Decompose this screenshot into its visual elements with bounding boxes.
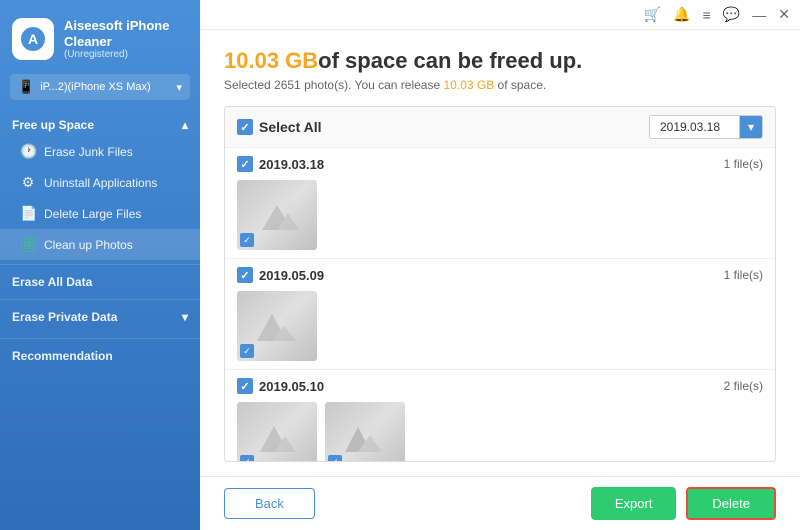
group-date-2: ✓ 2019.05.09 [237, 267, 324, 283]
group-count-2: 1 file(s) [724, 268, 763, 282]
sidebar-item-uninstall-apps[interactable]: ⚙ Uninstall Applications [0, 167, 200, 198]
main-content: 🛒 🔔 ≡ 💬 — ✕ 10.03 GBof space can be free… [200, 0, 800, 530]
cart-icon[interactable]: 🛒 [644, 6, 661, 23]
date-filter-arrow[interactable]: ▾ [740, 116, 762, 138]
photo-group-1: ✓ 2019.03.18 1 file(s) [225, 148, 775, 259]
file-icon: 📄 [20, 205, 36, 222]
photo-thumbnails-2: ✓ [237, 291, 763, 361]
group-header-3: ✓ 2019.05.10 2 file(s) [237, 378, 763, 394]
photo-group-3: ✓ 2019.05.10 2 file(s) [225, 370, 775, 462]
group-header-2: ✓ 2019.05.09 1 file(s) [237, 267, 763, 283]
svg-text:A: A [28, 31, 38, 47]
section-erase-private-data[interactable]: Erase Private Data ▾ [0, 299, 200, 334]
app-logo: A [12, 18, 54, 60]
back-button[interactable]: Back [224, 488, 315, 519]
date-filter-dropdown[interactable]: 2019.03.18 ▾ [649, 115, 763, 139]
photo-thumb-3-2[interactable]: ✓ [325, 402, 405, 462]
apps-icon: ⚙ [20, 174, 36, 191]
bell-icon[interactable]: 🔔 [673, 6, 690, 23]
section-erase-all-data[interactable]: Erase All Data [0, 264, 200, 299]
group-count-1: 1 file(s) [724, 157, 763, 171]
page-title-suffix: of space can be freed up. [318, 48, 582, 73]
titlebar: 🛒 🔔 ≡ 💬 — ✕ [200, 0, 800, 30]
date-filter-value: 2019.03.18 [650, 116, 740, 138]
group-date-text-3: 2019.05.10 [259, 379, 324, 394]
app-title: Aiseesoft iPhoneCleaner [64, 18, 169, 49]
select-all-label[interactable]: ✓ Select All [237, 119, 322, 135]
sidebar-item-erase-junk[interactable]: 🕐 Erase Junk Files [0, 136, 200, 167]
subtitle: Selected 2651 photo(s). You can release … [224, 78, 776, 92]
group-count-3: 2 file(s) [724, 379, 763, 393]
filter-row: ✓ Select All 2019.03.18 ▾ [225, 107, 775, 148]
chat-icon[interactable]: 💬 [723, 6, 740, 23]
sidebar: A Aiseesoft iPhoneCleaner (Unregistered)… [0, 0, 200, 530]
sidebar-item-delete-large[interactable]: 📄 Delete Large Files [0, 198, 200, 229]
photo-thumbnails-3: ✓ ✓ [237, 402, 763, 462]
photo-icon: 🖼 [20, 236, 36, 253]
phone-icon: 📱 [18, 79, 34, 95]
group-date-1: ✓ 2019.03.18 [237, 156, 324, 172]
group-header-1: ✓ 2019.03.18 1 file(s) [237, 156, 763, 172]
thumb-checkbox-3-2[interactable]: ✓ [328, 455, 342, 462]
space-amount: 10.03 GB [224, 48, 318, 73]
photo-thumb-2-1[interactable]: ✓ [237, 291, 317, 361]
export-button[interactable]: Export [591, 487, 677, 520]
page-title: 10.03 GBof space can be freed up. [224, 48, 776, 74]
chevron-down-icon: ▾ [176, 81, 182, 94]
sidebar-item-clean-photos[interactable]: 🖼 Clean up Photos [0, 229, 200, 260]
app-title-block: Aiseesoft iPhoneCleaner (Unregistered) [64, 18, 169, 60]
photo-thumb-1-1[interactable]: ✓ [237, 180, 317, 250]
close-icon[interactable]: ✕ [778, 6, 790, 23]
content-area: 10.03 GBof space can be freed up. Select… [200, 30, 800, 476]
select-all-checkbox[interactable]: ✓ [237, 119, 253, 135]
device-selector[interactable]: 📱 iP...2)(iPhone XS Max) ▾ [10, 74, 190, 100]
action-buttons: Export Delete [591, 487, 776, 520]
photo-list: ✓ Select All 2019.03.18 ▾ ✓ 2019.03.18 1… [224, 106, 776, 462]
group-date-text-1: 2019.03.18 [259, 157, 324, 172]
bottom-bar: Back Export Delete [200, 476, 800, 530]
chevron-down-icon: ▾ [182, 310, 188, 324]
minimize-icon[interactable]: — [752, 7, 766, 23]
clock-icon: 🕐 [20, 143, 36, 160]
select-all-text: Select All [259, 119, 322, 135]
chevron-up-icon: ▴ [182, 118, 188, 132]
group-date-text-2: 2019.05.09 [259, 268, 324, 283]
photo-group-2: ✓ 2019.05.09 1 file(s) [225, 259, 775, 370]
thumb-checkbox-2-1[interactable]: ✓ [240, 344, 254, 358]
thumb-checkbox-1-1[interactable]: ✓ [240, 233, 254, 247]
thumb-checkbox-3-1[interactable]: ✓ [240, 455, 254, 462]
group-checkbox-1[interactable]: ✓ [237, 156, 253, 172]
app-header: A Aiseesoft iPhoneCleaner (Unregistered) [0, 0, 200, 74]
delete-button[interactable]: Delete [686, 487, 776, 520]
photo-thumb-3-1[interactable]: ✓ [237, 402, 317, 462]
group-checkbox-3[interactable]: ✓ [237, 378, 253, 394]
section-recommendation[interactable]: Recommendation [0, 338, 200, 373]
menu-icon[interactable]: ≡ [703, 7, 711, 23]
photo-thumbnails-1: ✓ [237, 180, 763, 250]
group-date-3: ✓ 2019.05.10 [237, 378, 324, 394]
group-checkbox-2[interactable]: ✓ [237, 267, 253, 283]
app-subtitle: (Unregistered) [64, 49, 169, 60]
device-name: iP...2)(iPhone XS Max) [40, 81, 150, 93]
section-free-up-space[interactable]: Free up Space ▴ [0, 110, 200, 136]
